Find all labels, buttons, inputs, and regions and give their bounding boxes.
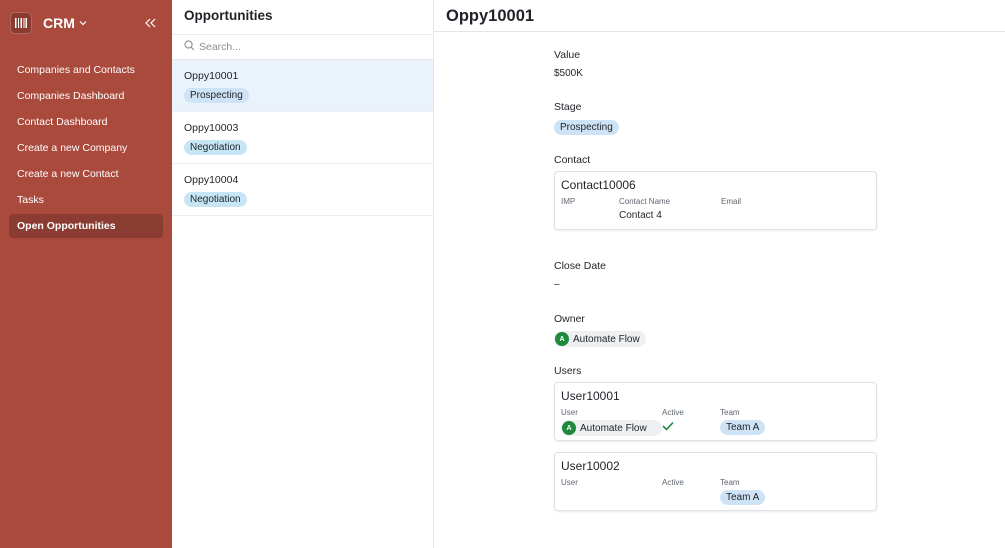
list-item[interactable]: Oppy10004 Negotiation — [172, 164, 433, 216]
user-column: User — [561, 478, 662, 505]
contact-card[interactable]: Contact10006 IMP Contact Name Contact 4 … — [554, 171, 877, 230]
contact-email-column: Email — [721, 197, 741, 221]
sidebar-item-contact-dashboard[interactable]: Contact Dashboard — [9, 110, 163, 134]
contact-field: Contact Contact10006 IMP Contact Name Co… — [554, 154, 877, 230]
stage-field: Stage Prospecting — [554, 101, 619, 135]
value-field: Value $500K — [554, 49, 583, 79]
owner-label: Owner — [554, 313, 585, 325]
active-label: Active — [662, 408, 684, 417]
contact-imp-label: IMP — [561, 197, 576, 206]
search-bar — [172, 34, 433, 60]
contact-card-fields: IMP Contact Name Contact 4 Email — [561, 197, 870, 221]
team-label: Team — [720, 408, 740, 417]
user-card-title: User10002 — [561, 459, 620, 473]
team-label: Team — [720, 478, 740, 487]
search-icon — [184, 40, 195, 54]
avatar: A — [562, 421, 576, 435]
list-title: Opportunities — [184, 8, 273, 23]
close-date-label: Close Date — [554, 260, 606, 272]
users-field: Users User10001 User A Automate Flow Act… — [554, 365, 877, 511]
list-item-title: Oppy10001 — [184, 70, 239, 82]
team-badge: Team A — [720, 420, 766, 435]
opportunity-detail: Oppy10001 Value $500K Stage Prospecting … — [434, 0, 1005, 548]
contact-card-title: Contact10006 — [561, 178, 636, 192]
sidebar-item-create-contact[interactable]: Create a new Contact — [9, 162, 163, 186]
user-card[interactable]: User10002 User Active Team Team A — [554, 452, 877, 511]
active-column: Active — [662, 408, 720, 436]
contact-name-column: Contact Name Contact 4 — [619, 197, 721, 221]
contact-imp-column: IMP — [561, 197, 619, 221]
contact-name-value: Contact 4 — [619, 210, 662, 221]
sidebar-item-companies-and-contacts[interactable]: Companies and Contacts — [9, 58, 163, 82]
value-text: $500K — [554, 68, 583, 79]
close-date-value: – — [554, 279, 560, 290]
user-label: User — [561, 478, 578, 487]
sidebar-item-open-opportunities[interactable]: Open Opportunities — [9, 214, 163, 238]
detail-title: Oppy10001 — [434, 0, 1005, 32]
stage-label: Stage — [554, 101, 582, 113]
user-column: User A Automate Flow — [561, 408, 662, 436]
sidebar: CRM Companies and Contacts Companies Das… — [0, 0, 172, 548]
opportunities-list-panel: Opportunities Oppy10001 Prospecting Oppy… — [172, 0, 434, 548]
team-column: Team Team A — [720, 408, 766, 436]
stage-badge: Negotiation — [184, 192, 247, 207]
team-badge: Team A — [720, 490, 766, 505]
user-card-fields: User A Automate Flow Active Team Team A — [561, 408, 870, 436]
list-item-title: Oppy10003 — [184, 122, 239, 134]
stage-badge: Prospecting — [184, 88, 249, 103]
contact-name-label: Contact Name — [619, 197, 671, 206]
owner-name: Automate Flow — [573, 333, 640, 345]
list-item[interactable]: Oppy10001 Prospecting — [172, 60, 433, 112]
contact-email-label: Email — [721, 197, 742, 206]
owner-field: Owner A Automate Flow — [554, 313, 646, 347]
stage-badge: Prospecting — [554, 120, 619, 135]
sidebar-nav: Companies and Contacts Companies Dashboa… — [0, 58, 172, 238]
team-column: Team Team A — [720, 478, 766, 505]
chevron-down-icon — [79, 20, 87, 26]
user-label: User — [561, 408, 578, 417]
user-card-fields: User Active Team Team A — [561, 478, 870, 505]
app-header: CRM — [0, 0, 172, 46]
sidebar-item-companies-dashboard[interactable]: Companies Dashboard — [9, 84, 163, 108]
owner-chip[interactable]: A Automate Flow — [554, 331, 646, 347]
search-input[interactable] — [199, 41, 399, 53]
value-label: Value — [554, 49, 581, 61]
active-label: Active — [662, 478, 684, 487]
user-card-title: User10001 — [561, 389, 620, 403]
sidebar-item-create-company[interactable]: Create a new Company — [9, 136, 163, 160]
user-card[interactable]: User10001 User A Automate Flow Active Te… — [554, 382, 877, 441]
stage-badge: Negotiation — [184, 140, 247, 155]
app-switcher[interactable]: CRM — [43, 15, 87, 31]
list-item[interactable]: Oppy10003 Negotiation — [172, 112, 433, 164]
app-logo-icon[interactable] — [10, 12, 32, 34]
close-date-field: Close Date – — [554, 260, 606, 290]
user-name: Automate Flow — [580, 422, 647, 434]
double-chevron-left-icon[interactable] — [145, 18, 156, 28]
active-column: Active — [662, 478, 720, 505]
sidebar-item-tasks[interactable]: Tasks — [9, 188, 163, 212]
check-icon — [662, 421, 720, 434]
user-chip[interactable]: A Automate Flow — [561, 420, 662, 436]
avatar: A — [555, 332, 569, 346]
app-name: CRM — [43, 15, 75, 31]
list-item-title: Oppy10004 — [184, 174, 239, 186]
users-label: Users — [554, 365, 582, 377]
contact-label: Contact — [554, 154, 591, 166]
